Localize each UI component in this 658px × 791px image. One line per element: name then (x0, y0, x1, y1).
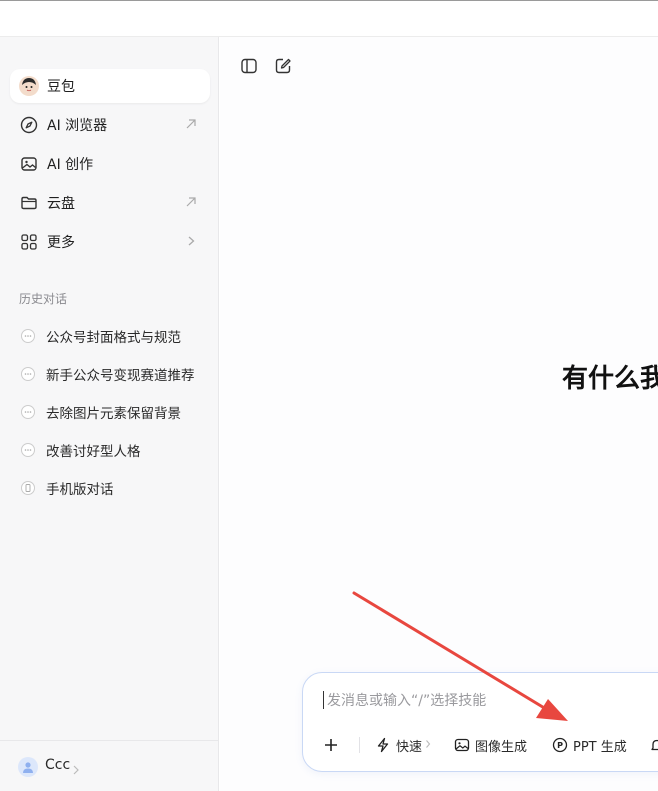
history-label: 公众号封面格式与规范 (46, 330, 181, 346)
toggle-sidebar-icon[interactable] (238, 55, 260, 77)
chip-label: 快速 (396, 739, 423, 755)
svg-text:P: P (557, 741, 563, 750)
sidebar: 豆包 AI 浏览器 AI 创作 云盘 更多 历史对话 公众号封面格式与规范 新手… (0, 37, 219, 791)
phone-icon (20, 480, 36, 496)
nav-label: AI 创作 (47, 157, 94, 173)
history-label: 改善讨好型人格 (46, 444, 141, 460)
add-attachment-button[interactable] (323, 729, 344, 761)
external-link-icon (184, 117, 198, 131)
history-label: 新手公众号变现赛道推荐 (46, 368, 195, 384)
grid-icon (19, 232, 39, 252)
image-icon (19, 154, 39, 174)
history-item[interactable]: 去除图片元素保留背景 (10, 397, 210, 427)
nav-item-ai-create[interactable]: AI 创作 (10, 147, 210, 181)
bell-icon (649, 737, 658, 753)
history-item[interactable]: 改善讨好型人格 (10, 435, 210, 465)
chevron-right-icon (184, 234, 198, 248)
quick-mode-button[interactable]: 快速 (375, 729, 431, 761)
chevron-right-icon (425, 739, 431, 752)
toolbar-divider (359, 737, 360, 753)
ppt-icon: P (552, 737, 568, 753)
new-chat-icon[interactable] (272, 55, 294, 77)
nav-label: AI 浏览器 (47, 118, 108, 134)
nav-label: 豆包 (47, 79, 75, 95)
external-link-icon (184, 195, 198, 209)
nav-item-ai-browser[interactable]: AI 浏览器 (10, 108, 210, 142)
chip-label: 图像生成 (475, 739, 528, 755)
window-top-bar (0, 0, 658, 37)
history-label: 手机版对话 (46, 482, 114, 498)
message-input[interactable] (325, 687, 649, 715)
nav-item-more[interactable]: 更多 (10, 225, 210, 259)
ppt-generation-button[interactable]: P PPT 生成 (552, 729, 627, 761)
user-avatar (18, 757, 38, 777)
message-composer: 快速 图像生成 P PPT 生成 (302, 672, 658, 772)
chat-bubble-icon (20, 328, 36, 344)
user-name: Ccc (45, 757, 71, 773)
compass-icon (19, 115, 39, 135)
chat-bubble-icon (20, 404, 36, 420)
history-item[interactable]: 公众号封面格式与规范 (10, 321, 210, 351)
more-skills-button[interactable] (649, 729, 658, 761)
history-item[interactable]: 新手公众号变现赛道推荐 (10, 359, 210, 389)
chat-bubble-icon (20, 442, 36, 458)
lightning-icon (375, 737, 391, 753)
chat-bubble-icon (20, 366, 36, 382)
chip-label: PPT 生成 (573, 739, 627, 755)
nav-item-doubao[interactable]: 豆包 (10, 69, 210, 103)
history-section-title: 历史对话 (19, 292, 68, 306)
nav-label: 云盘 (47, 196, 75, 212)
image-generation-button[interactable]: 图像生成 (454, 729, 527, 761)
chevron-right-icon (72, 761, 80, 780)
nav-item-cloud-drive[interactable]: 云盘 (10, 186, 210, 220)
history-label: 去除图片元素保留背景 (46, 406, 181, 422)
history-item[interactable]: 手机版对话 (10, 473, 210, 503)
hero-greeting: 有什么我 (562, 364, 658, 394)
folder-icon (19, 193, 39, 213)
image-icon (454, 737, 470, 753)
text-caret (323, 691, 324, 709)
plus-icon (323, 737, 339, 753)
nav-label: 更多 (47, 235, 75, 251)
user-profile-bar[interactable]: Ccc (0, 740, 218, 791)
doubao-avatar (19, 76, 39, 96)
